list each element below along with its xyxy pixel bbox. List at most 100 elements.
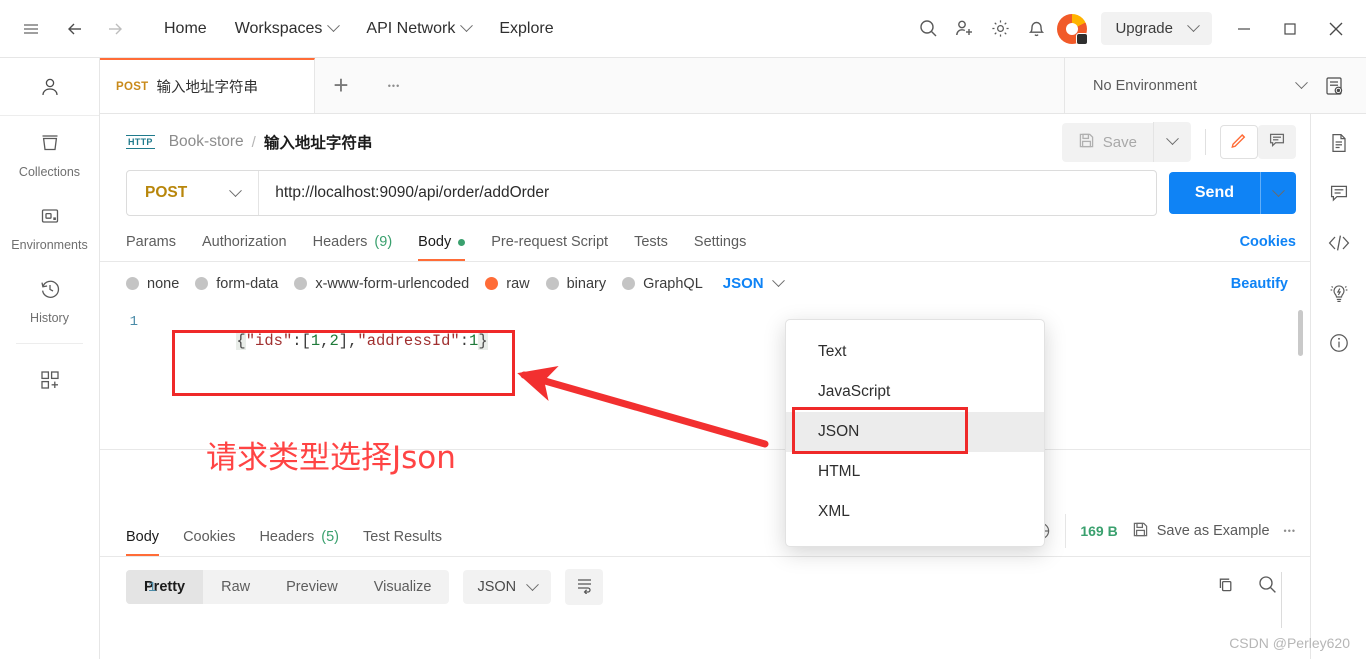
tab-authorization[interactable]: Authorization (202, 234, 287, 261)
send-options-button[interactable] (1260, 172, 1296, 214)
tab-tests[interactable]: Tests (634, 234, 668, 261)
response-more-options[interactable]: ••• (1284, 526, 1296, 536)
dropdown-item-json[interactable]: JSON (786, 412, 1044, 452)
tab-params[interactable]: Params (126, 234, 176, 261)
dropdown-item-text[interactable]: Text (786, 332, 1044, 372)
view-mode-pretty[interactable]: Pretty (126, 570, 204, 604)
body-language-selector[interactable]: JSON (723, 274, 785, 292)
bell-icon[interactable] (1019, 12, 1053, 46)
dropdown-item-html[interactable]: HTML (786, 452, 1044, 492)
code-icon[interactable] (1327, 232, 1351, 254)
view-mode-visualize[interactable]: Visualize (356, 570, 450, 604)
info-circle-icon[interactable] (1328, 332, 1350, 354)
radio-icon (294, 277, 308, 290)
request-tab-active[interactable]: POST 输入地址字符串 (100, 58, 315, 113)
dropdown-item-xml[interactable]: XML (786, 492, 1044, 532)
sidebar-item-environments[interactable]: Environments (0, 189, 99, 262)
save-as-example-button[interactable]: Save as Example (1132, 521, 1270, 542)
save-button[interactable]: Save (1061, 122, 1153, 162)
breadcrumb-actions: Save (1061, 122, 1296, 162)
tab-count: (5) (321, 529, 339, 545)
response-format-selector[interactable]: JSON (463, 570, 552, 604)
sidebar-item-new[interactable] (0, 352, 99, 407)
tab-headers[interactable]: Headers (9) (313, 234, 393, 261)
invite-user-icon[interactable] (947, 12, 981, 46)
url-input[interactable] (259, 184, 1156, 202)
divider (1205, 129, 1206, 155)
nav-item-explore[interactable]: Explore (485, 14, 567, 44)
response-tab-headers[interactable]: Headers (5) (259, 529, 339, 556)
chevron-down-icon (1187, 19, 1200, 33)
back-arrow-icon[interactable] (58, 12, 92, 46)
send-button[interactable]: Send (1169, 172, 1260, 214)
breadcrumb-parent[interactable]: Book-store (169, 133, 244, 151)
wrap-lines-button[interactable] (565, 569, 604, 605)
info-lightbulb-icon[interactable] (1328, 282, 1350, 304)
view-mode-preview[interactable]: Preview (268, 570, 356, 604)
copy-icon[interactable] (1215, 575, 1235, 600)
body-type-none[interactable]: none (126, 276, 179, 292)
tab-label: Test Results (363, 529, 442, 545)
gear-icon[interactable] (983, 12, 1017, 46)
documentation-icon[interactable] (1328, 132, 1350, 154)
response-tab-body[interactable]: Body (126, 529, 160, 556)
body-type-graphql[interactable]: GraphQL (622, 276, 703, 292)
response-tab-cookies[interactable]: Cookies (183, 529, 235, 556)
nav-item-workspaces[interactable]: Workspaces (221, 14, 353, 44)
hamburger-icon[interactable] (14, 12, 48, 46)
tab-label: Pre-request Script (491, 234, 609, 250)
cookies-link[interactable]: Cookies (1240, 234, 1296, 261)
sidebar-user-icon[interactable] (0, 58, 99, 116)
url-bar: POST (126, 170, 1157, 216)
radio-icon (622, 277, 636, 290)
comments-icon[interactable] (1328, 182, 1350, 204)
sidebar-item-collections[interactable]: Collections (0, 116, 99, 189)
nav-item-api-network[interactable]: API Network (352, 14, 485, 44)
avatar[interactable] (1055, 12, 1089, 46)
search-icon[interactable] (911, 12, 945, 46)
sidebar-item-history[interactable]: History (0, 262, 99, 335)
body-type-binary[interactable]: binary (545, 276, 606, 292)
tab-body[interactable]: Body (418, 234, 466, 261)
tab-label: Cookies (183, 529, 236, 545)
tab-more-options[interactable]: ••• (367, 58, 421, 113)
save-options-button[interactable] (1153, 122, 1191, 162)
response-line-number: 1 (148, 580, 157, 596)
response-tab-test-results[interactable]: Test Results (363, 529, 442, 556)
environments-icon (39, 205, 61, 232)
comment-button[interactable] (1258, 125, 1296, 159)
tab-label: Tests (634, 234, 668, 250)
nav-item-home[interactable]: Home (150, 14, 221, 44)
forward-arrow-icon[interactable] (98, 12, 132, 46)
json-token: 1 (310, 332, 321, 350)
dropdown-item-javascript[interactable]: JavaScript (786, 372, 1044, 412)
beautify-link[interactable]: Beautify (1231, 276, 1296, 292)
breadcrumb-current: 输入地址字符串 (263, 135, 373, 152)
chevron-down-icon (1295, 76, 1308, 90)
edit-pencil-button[interactable] (1220, 125, 1258, 159)
close-button[interactable] (1314, 9, 1358, 49)
minimize-button[interactable] (1222, 9, 1266, 49)
http-method-selector[interactable]: POST (127, 171, 260, 215)
body-type-raw[interactable]: raw (485, 276, 530, 292)
view-mode-raw[interactable]: Raw (203, 570, 268, 604)
body-type-form-data[interactable]: form-data (195, 276, 278, 292)
top-navigation: Home Workspaces API Network Explore (150, 14, 568, 44)
upgrade-button[interactable]: Upgrade (1101, 12, 1212, 45)
request-body-editor[interactable]: 1 {"ids":[1,2],"addressId":1} (100, 302, 1310, 450)
search-icon[interactable] (1257, 574, 1278, 600)
new-tab-button[interactable]: + (315, 58, 367, 113)
editor-code-line: {"ids":[1,2],"addressId":1} (162, 314, 488, 368)
tab-settings[interactable]: Settings (694, 234, 746, 261)
save-label: Save (1102, 133, 1137, 151)
floppy-icon (1078, 132, 1095, 153)
response-size: 169 B (1080, 523, 1118, 539)
main-panel: HTTP Book-store / 输入地址字符串 Save POST http… (100, 114, 1310, 659)
environment-quick-look-icon[interactable] (1312, 75, 1356, 97)
json-token: } (478, 332, 488, 350)
maximize-button[interactable] (1268, 9, 1312, 49)
editor-scrollbar[interactable] (1298, 310, 1303, 356)
environment-selector[interactable]: No Environment (1087, 70, 1312, 102)
tab-pre-request-script[interactable]: Pre-request Script (491, 234, 608, 261)
body-type-urlencoded[interactable]: x-www-form-urlencoded (294, 276, 469, 292)
